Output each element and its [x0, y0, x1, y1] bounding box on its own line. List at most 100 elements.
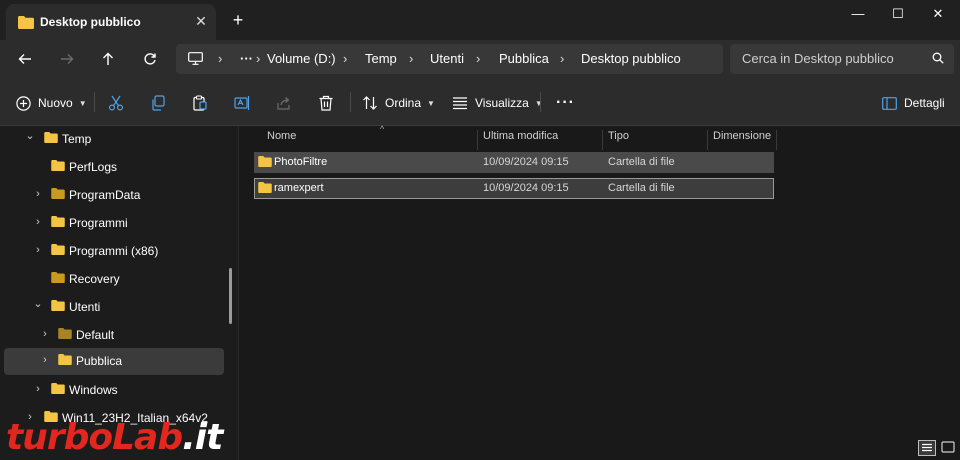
scissors-icon [108, 95, 124, 111]
breadcrumb-pubblica[interactable]: Pubblica [499, 51, 549, 66]
chevron-right-icon[interactable]: › [32, 383, 44, 395]
breadcrumb-utenti[interactable]: Utenti [430, 51, 464, 66]
details-pane-button[interactable]: Dettagli [882, 92, 945, 114]
file-modified: 10/09/2024 09:15 [483, 156, 569, 168]
breadcrumb-chevron: › [343, 51, 348, 66]
close-tab-button[interactable]: ✕ [192, 12, 210, 30]
file-modified: 10/09/2024 09:15 [483, 182, 569, 194]
forward-button[interactable] [56, 48, 78, 70]
tree-item-programdata[interactable]: › ProgramData [4, 182, 224, 208]
delete-button[interactable] [318, 92, 334, 114]
tiles-view-icon [941, 441, 955, 453]
divider [94, 92, 95, 112]
tree-item-default[interactable]: › Default [4, 322, 224, 348]
search-icon [932, 52, 944, 67]
folder-icon [18, 16, 34, 32]
navigation-scrollbar[interactable] [229, 268, 232, 324]
chevron-right-icon[interactable]: › [39, 328, 51, 340]
close-window-button[interactable]: ✕ [916, 0, 960, 30]
column-divider[interactable] [776, 130, 777, 150]
chevron-down-icon[interactable]: ⌄ [32, 297, 44, 310]
file-list: ^ Nome Ultima modifica Tipo Dimensione P… [239, 124, 960, 460]
tree-item-utenti[interactable]: ⌄ Utenti [4, 294, 224, 320]
plus-circle-icon [16, 95, 31, 111]
address-row: › ··· › Volume (D:) › Temp › Utenti › Pu… [0, 40, 960, 78]
new-button[interactable]: Nuovo ▼ [16, 92, 87, 114]
maximize-button[interactable]: ☐ [876, 0, 920, 30]
command-bar: Nuovo ▼ Ordina ▼ Visualizza ▼ ··· Dettag… [0, 78, 960, 126]
column-header-size[interactable]: Dimensione [708, 130, 778, 150]
breadcrumb-desktop-pubblico[interactable]: Desktop pubblico [581, 51, 681, 66]
sort-button-label: Ordina [385, 96, 422, 110]
tiles-view-button[interactable] [940, 440, 958, 456]
chevron-right-icon[interactable]: › [32, 244, 44, 256]
rename-button[interactable] [234, 92, 250, 114]
folder-icon [44, 132, 58, 146]
new-button-label: Nuovo [38, 96, 73, 110]
file-row-ramexpert[interactable]: ramexpert 10/09/2024 09:15 Cartella di f… [254, 178, 774, 199]
tree-item-label: Utenti [69, 300, 101, 314]
share-button[interactable] [276, 92, 292, 114]
more-options-button[interactable]: ··· [556, 92, 575, 114]
tree-item-windows[interactable]: › Windows [4, 377, 224, 403]
folder-icon [51, 160, 65, 174]
column-header-type[interactable]: Tipo [603, 130, 708, 150]
sort-ascending-icon: ^ [380, 124, 385, 134]
new-tab-button[interactable]: + [228, 10, 248, 30]
address-bar[interactable]: › ··· › Volume (D:) › Temp › Utenti › Pu… [176, 44, 723, 74]
breadcrumb-volume-d[interactable]: Volume (D:) [267, 51, 336, 66]
tree-item-recovery[interactable]: Recovery [4, 266, 224, 292]
divider [350, 92, 351, 112]
refresh-button[interactable] [139, 48, 161, 70]
chevron-right-icon[interactable]: › [39, 354, 51, 366]
view-button[interactable]: Visualizza ▼ [452, 92, 543, 114]
tree-item-programmi-x86[interactable]: › Programmi (x86) [4, 238, 224, 264]
breadcrumb-temp[interactable]: Temp [365, 51, 397, 66]
copy-button[interactable] [150, 92, 166, 114]
details-view-button[interactable] [918, 440, 936, 456]
tree-item-label: PerfLogs [69, 160, 118, 174]
folder-icon [258, 156, 272, 170]
tree-item-programmi[interactable]: › Programmi [4, 210, 224, 236]
clipboard-icon [193, 95, 207, 111]
file-type: Cartella di file [608, 182, 675, 194]
sort-button[interactable]: Ordina ▼ [362, 92, 435, 114]
tab-desktop-pubblico[interactable]: Desktop pubblico ✕ [6, 4, 216, 40]
cut-button[interactable] [108, 92, 124, 114]
chevron-right-icon[interactable]: › [32, 188, 44, 200]
watermark-turbo: turbo [6, 417, 113, 458]
back-button[interactable] [14, 48, 36, 70]
navigation-pane: ⌄ Temp PerfLogs › ProgramData › Programm… [0, 126, 238, 460]
column-header-name[interactable]: ^ Nome [254, 124, 478, 150]
paste-button[interactable] [192, 92, 208, 114]
chevron-right-icon[interactable]: › [32, 216, 44, 228]
watermark-it: .it [182, 417, 223, 458]
tree-item-pubblica[interactable]: › Pubblica [4, 348, 224, 375]
chevron-down-icon[interactable]: ⌄ [24, 129, 36, 142]
breadcrumb-chevron: › [409, 51, 414, 66]
tree-item-temp[interactable]: ⌄ Temp [4, 126, 224, 152]
folder-icon [51, 300, 65, 314]
folder-icon [258, 182, 272, 196]
tree-item-label: Programmi (x86) [69, 244, 159, 258]
file-row-photofiltre[interactable]: PhotoFiltre 10/09/2024 09:15 Cartella di… [254, 152, 774, 173]
folder-icon [58, 354, 72, 368]
breadcrumb-chevron: › [256, 51, 261, 66]
search-input[interactable]: Cerca in Desktop pubblico [742, 51, 894, 66]
tree-item-perflogs[interactable]: PerfLogs [4, 154, 224, 180]
column-header-label: Tipo [608, 130, 629, 142]
search-box[interactable]: Cerca in Desktop pubblico [730, 44, 954, 74]
tree-item-label: Recovery [69, 272, 120, 286]
folder-icon [51, 244, 65, 258]
view-button-label: Visualizza [475, 96, 529, 110]
up-button[interactable] [97, 48, 119, 70]
watermark-lab: Lab [112, 417, 183, 458]
breadcrumb-chevron: › [560, 51, 565, 66]
rename-icon [234, 96, 250, 110]
column-header-modified[interactable]: Ultima modifica [478, 130, 603, 150]
tree-item-label: Pubblica [76, 354, 123, 368]
minimize-button[interactable]: — [836, 0, 880, 30]
share-icon [277, 97, 290, 110]
breadcrumb-overflow[interactable]: ··· [240, 51, 253, 66]
file-type: Cartella di file [608, 156, 675, 168]
